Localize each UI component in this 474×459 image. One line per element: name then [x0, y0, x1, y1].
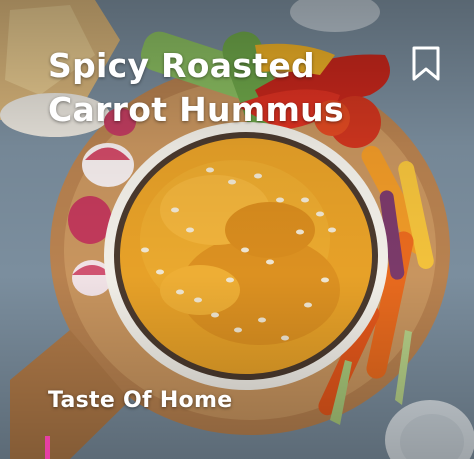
- recipe-card[interactable]: Spicy Roasted Carrot Hummus Taste Of Hom…: [0, 0, 474, 459]
- bookmark-button[interactable]: [406, 44, 446, 84]
- recipe-title-line-2: Carrot Hummus: [48, 90, 344, 129]
- source-accent-bar: [45, 436, 50, 459]
- recipe-source[interactable]: Taste Of Home: [48, 388, 232, 413]
- bookmark-icon: [412, 46, 440, 81]
- recipe-title[interactable]: Spicy Roasted Carrot Hummus: [48, 44, 378, 132]
- recipe-title-line-1: Spicy Roasted: [48, 46, 315, 85]
